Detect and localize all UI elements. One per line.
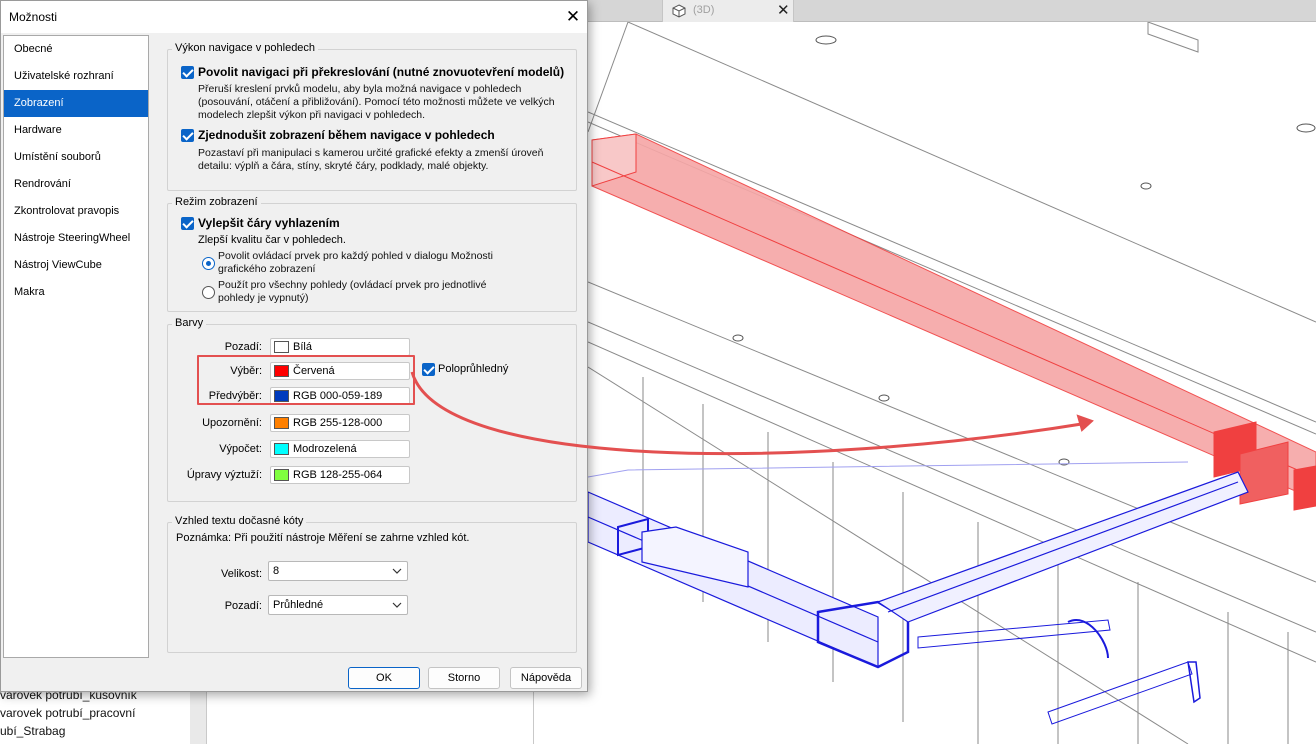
calculating-color-label: Výpočet: bbox=[219, 443, 262, 455]
annotation-highlight-box bbox=[197, 355, 415, 405]
group-title: Vzhled textu dočasné kóty bbox=[172, 515, 307, 527]
color-swatch bbox=[274, 443, 289, 455]
nav-item-steeringwheel[interactable]: Nástroje SteeringWheel bbox=[4, 225, 148, 252]
nav-item-hardware[interactable]: Hardware bbox=[4, 117, 148, 144]
close-icon[interactable]: ✕ bbox=[559, 4, 587, 30]
semitransparent-checkbox[interactable] bbox=[422, 363, 435, 376]
nav-item-spelling[interactable]: Zkontrolovat pravopis bbox=[4, 198, 148, 225]
simplify-display-checkbox[interactable] bbox=[181, 129, 194, 142]
display-mode-group: Režim zobrazení Vylepšit čáry vyhlazením… bbox=[167, 196, 577, 312]
antialiasing-label: Vylepšit čáry vyhlazením bbox=[198, 216, 340, 230]
group-title: Režim zobrazení bbox=[172, 196, 261, 208]
size-label: Velikost: bbox=[221, 568, 262, 580]
calculating-color-picker[interactable]: Modrozelená bbox=[270, 440, 410, 458]
antialiasing-checkbox[interactable] bbox=[181, 217, 194, 230]
3d-viewport[interactable] bbox=[588, 22, 1316, 744]
view-tab-label: (3D) bbox=[693, 4, 715, 16]
nav-item-general[interactable]: Obecné bbox=[4, 36, 148, 63]
all-views-radio-label: Použít pro všechny pohledy (ovládací prv… bbox=[218, 279, 487, 304]
color-swatch bbox=[274, 341, 289, 353]
alert-color-label: Upozornění: bbox=[202, 417, 262, 429]
per-view-radio-label: Povolit ovládací prvek pro každý pohled … bbox=[218, 250, 493, 275]
nav-item-macros[interactable]: Makra bbox=[4, 279, 148, 306]
nav-item-graphics[interactable]: Zobrazení bbox=[4, 90, 148, 117]
nav-item-file-locations[interactable]: Umístění souborů bbox=[4, 144, 148, 171]
text-bg-value: Průhledné bbox=[273, 599, 324, 611]
text-bg-dropdown[interactable]: Průhledné bbox=[268, 595, 408, 615]
color-name: RGB 128-255-064 bbox=[293, 469, 383, 481]
background-color-picker[interactable]: Bílá bbox=[270, 338, 410, 356]
text-bg-label: Pozadí: bbox=[224, 600, 262, 612]
options-nav-list: Obecné Uživatelské rozhraní Zobrazení Ha… bbox=[3, 35, 149, 658]
browser-item[interactable]: ubí_Strabag bbox=[0, 724, 65, 738]
color-swatch bbox=[274, 469, 289, 481]
properties-panel bbox=[206, 688, 534, 744]
help-button[interactable]: Nápověda bbox=[510, 667, 582, 689]
group-title: Výkon navigace v pohledech bbox=[172, 42, 319, 54]
cancel-button[interactable]: Storno bbox=[428, 667, 500, 689]
simplify-display-desc: Pozastaví při manipulaci s kamerou určit… bbox=[198, 147, 544, 172]
options-dialog: Možnosti ✕ Obecné Uživatelské rozhraní Z… bbox=[0, 0, 588, 692]
nav-item-user-interface[interactable]: Uživatelské rozhraní bbox=[4, 63, 148, 90]
colors-group: Barvy Pozadí: Bílá Výběr: Červená Polopr… bbox=[167, 317, 577, 502]
size-dropdown[interactable]: 8 bbox=[268, 561, 408, 581]
allow-navigation-checkbox[interactable] bbox=[181, 66, 194, 79]
nav-performance-group: Výkon navigace v pohledech Povolit navig… bbox=[167, 42, 577, 191]
temp-dimension-group: Vzhled textu dočasné kóty Poznámka: Při … bbox=[167, 515, 577, 653]
cube-icon bbox=[672, 4, 686, 18]
size-value: 8 bbox=[273, 565, 280, 577]
color-name: Bílá bbox=[293, 341, 312, 353]
close-icon[interactable]: ✕ bbox=[777, 1, 790, 19]
color-name: Modrozelená bbox=[293, 443, 357, 455]
ok-button[interactable]: OK bbox=[348, 667, 420, 689]
view-tab-3d[interactable]: (3D) ✕ bbox=[662, 0, 794, 22]
all-views-radio[interactable] bbox=[202, 286, 215, 299]
simplify-display-label: Zjednodušit zobrazení během navigace v p… bbox=[198, 128, 495, 142]
color-name: RGB 255-128-000 bbox=[293, 417, 383, 429]
dialog-title: Možnosti bbox=[9, 10, 58, 24]
rebar-edit-color-picker[interactable]: RGB 128-255-064 bbox=[270, 466, 410, 484]
color-swatch bbox=[274, 417, 289, 429]
antialiasing-desc: Zlepší kvalitu čar v pohledech. bbox=[198, 234, 346, 246]
group-title: Barvy bbox=[172, 317, 207, 329]
chevron-down-icon bbox=[392, 602, 402, 608]
browser-item[interactable]: varovek potrubí_pracovní bbox=[0, 706, 135, 720]
allow-navigation-desc: Přeruší kreslení prvků modelu, aby byla … bbox=[198, 83, 555, 121]
per-view-radio[interactable] bbox=[202, 257, 215, 270]
nav-item-rendering[interactable]: Rendrování bbox=[4, 171, 148, 198]
panel-splitter[interactable] bbox=[190, 688, 206, 744]
chevron-down-icon bbox=[392, 568, 402, 574]
project-browser: varovek potrubí_kusovník varovek potrubí… bbox=[0, 688, 205, 744]
allow-navigation-label: Povolit navigaci při překreslování (nutn… bbox=[198, 65, 565, 79]
temp-dimension-note: Poznámka: Při použití nástroje Měření se… bbox=[176, 532, 470, 544]
rebar-edit-color-label: Úpravy výztuží: bbox=[186, 469, 262, 481]
nav-item-viewcube[interactable]: Nástroj ViewCube bbox=[4, 252, 148, 279]
alert-color-picker[interactable]: RGB 255-128-000 bbox=[270, 414, 410, 432]
dialog-titlebar[interactable]: Možnosti ✕ bbox=[1, 1, 587, 33]
background-color-label: Pozadí: bbox=[224, 341, 262, 353]
semitransparent-label: Poloprůhledný bbox=[438, 363, 509, 375]
